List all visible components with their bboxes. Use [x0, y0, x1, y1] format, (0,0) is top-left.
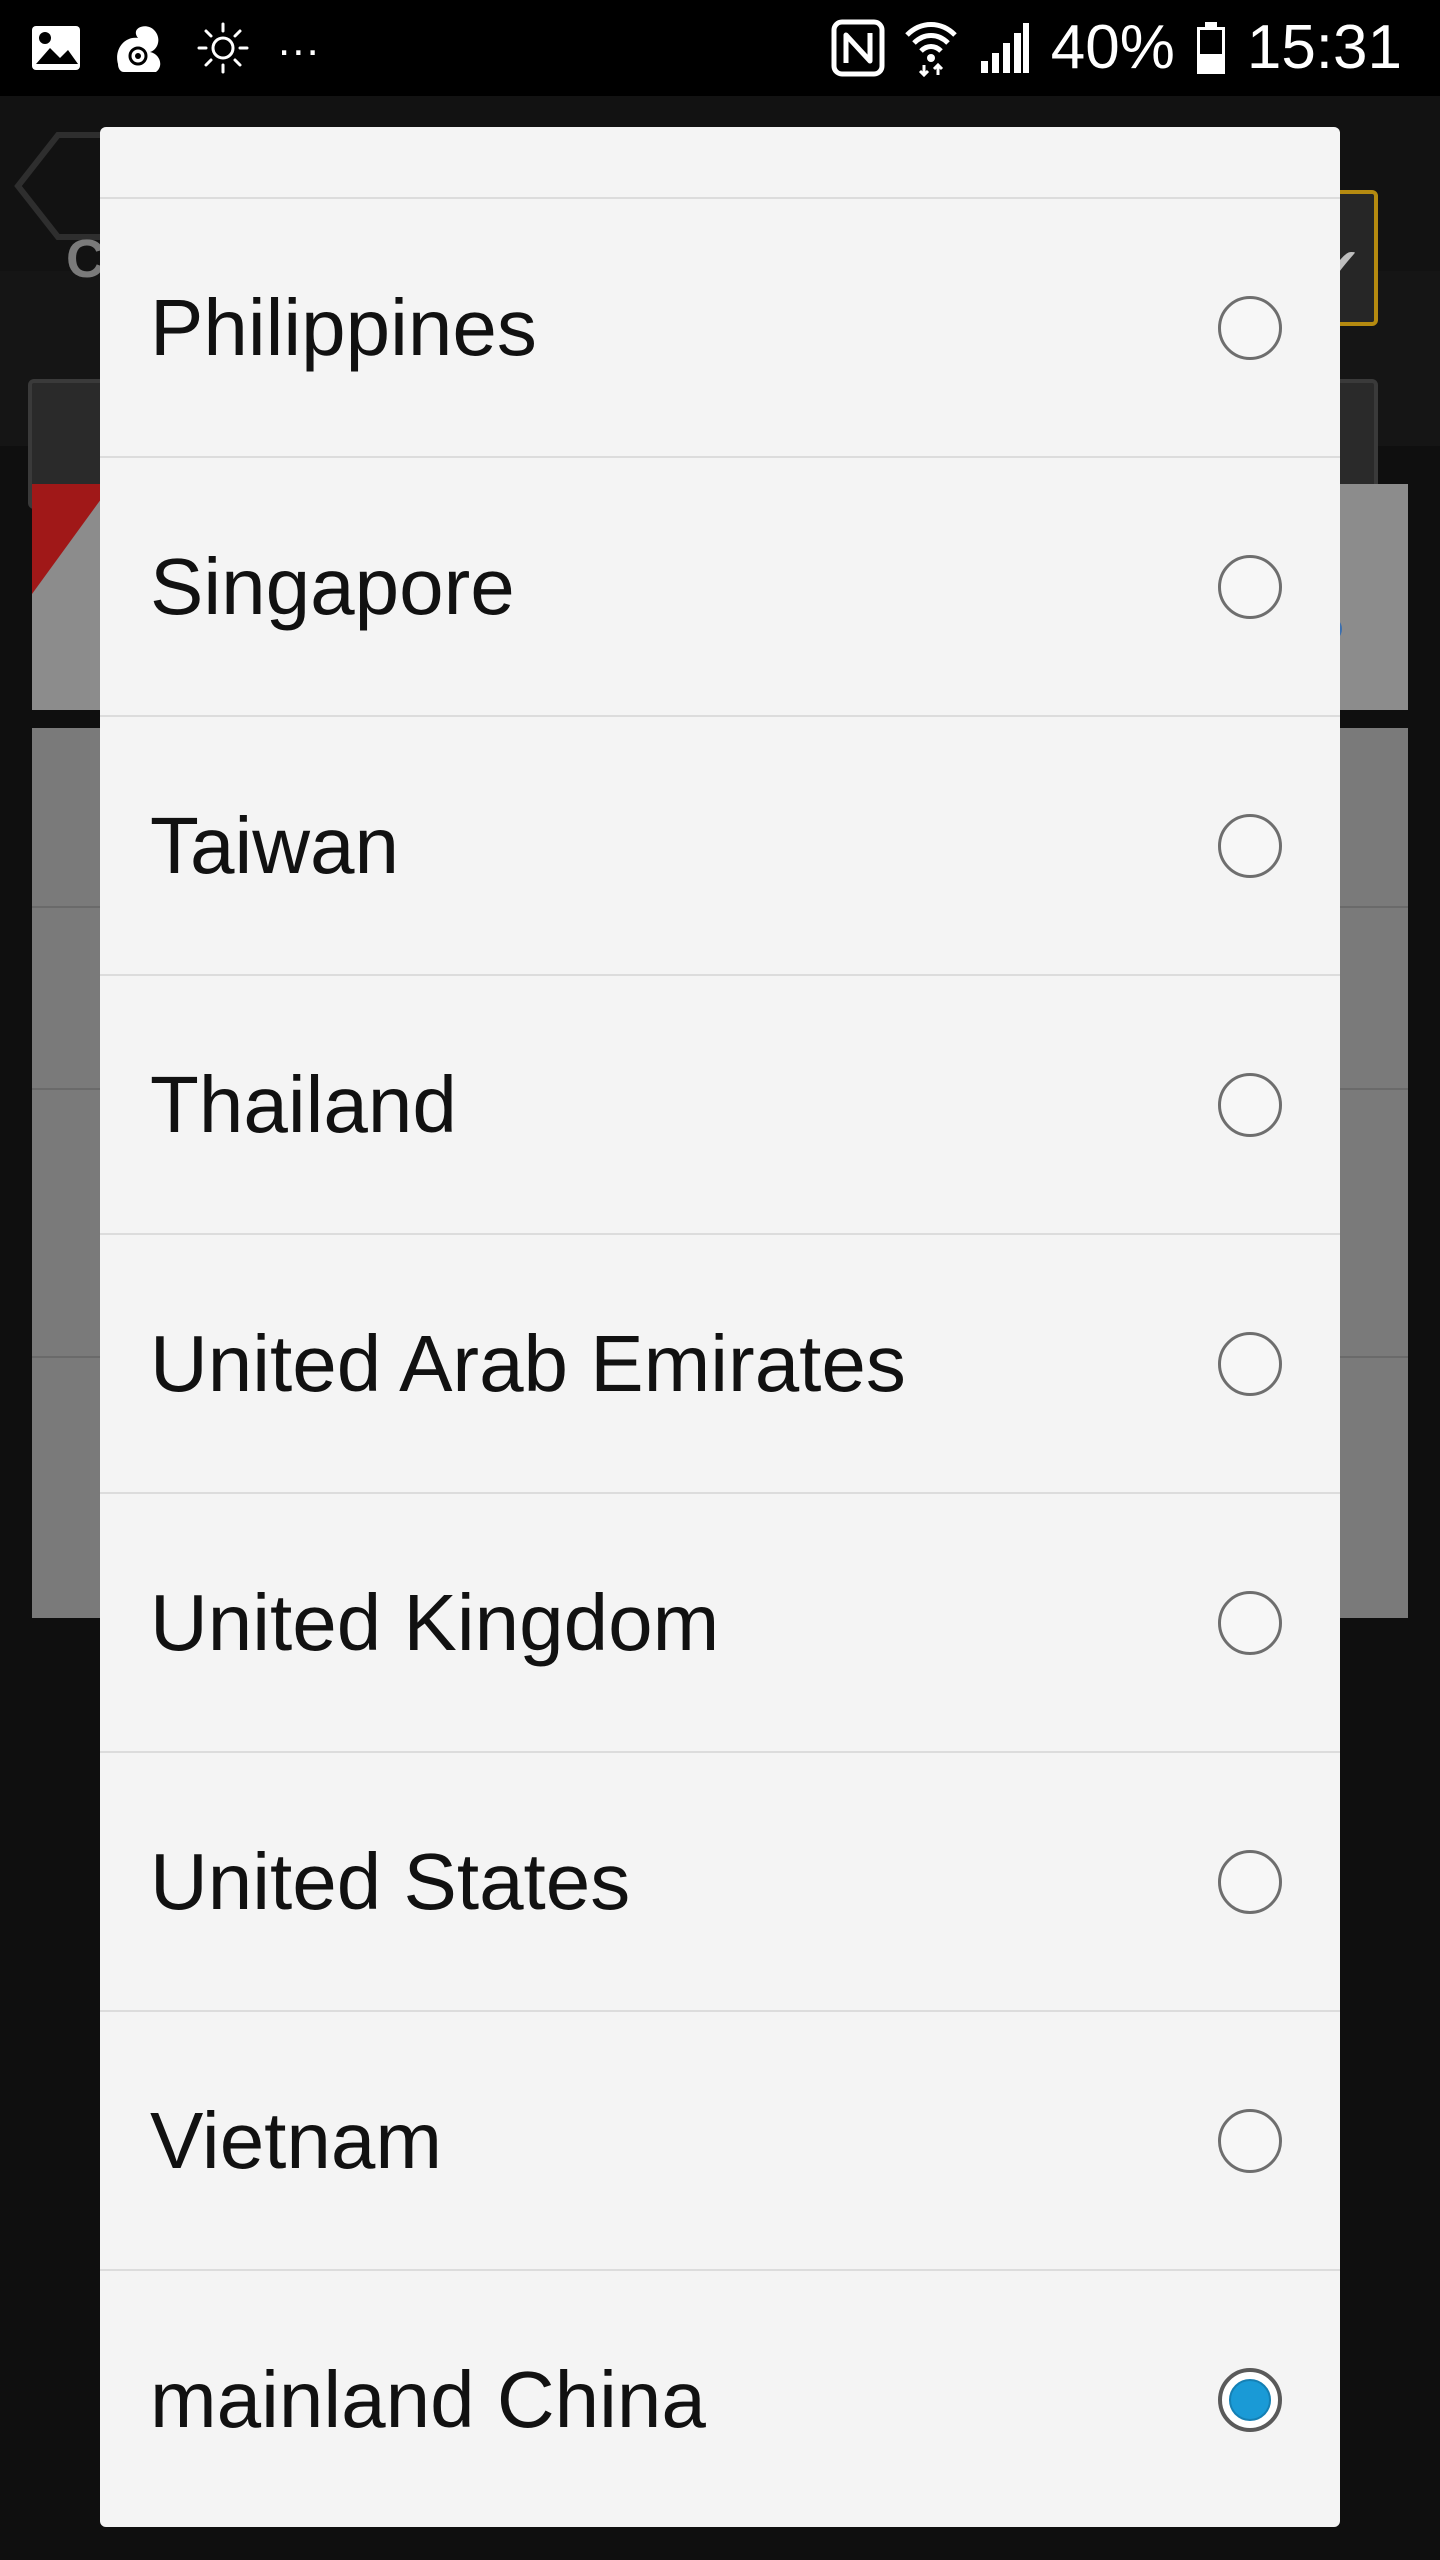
- back-arrow-icon: [14, 131, 104, 240]
- radio-button[interactable]: [1218, 1072, 1282, 1137]
- country-option-label: United Arab Emirates: [150, 1318, 906, 1408]
- battery-percentage: 40%: [1050, 13, 1175, 82]
- country-option[interactable]: Philippines: [100, 199, 1340, 458]
- radio-button[interactable]: [1218, 295, 1282, 360]
- country-option[interactable]: United Arab Emirates: [100, 1235, 1340, 1494]
- squirrel-app-icon: [110, 20, 168, 76]
- status-bar-right: 40% 15:31: [831, 14, 1402, 82]
- gallery-icon: [30, 24, 82, 72]
- country-option-label: mainland China: [150, 2354, 706, 2444]
- nfc-icon: [831, 19, 885, 77]
- radio-button[interactable]: [1218, 1590, 1282, 1655]
- status-bar: ... 40% 15:31: [0, 0, 1440, 96]
- country-option[interactable]: Vietnam: [100, 2012, 1340, 2271]
- radio-button[interactable]: [1218, 1331, 1282, 1396]
- country-option[interactable]: mainland China: [100, 2271, 1340, 2527]
- dialog-scroll-top: [100, 127, 1340, 199]
- status-bar-left: ...: [30, 18, 321, 78]
- country-option-label: Taiwan: [150, 800, 400, 890]
- country-option[interactable]: United Kingdom: [100, 1494, 1340, 1753]
- country-option[interactable]: United States: [100, 1753, 1340, 2012]
- country-option-label: Singapore: [150, 541, 515, 631]
- battery-icon: [1195, 20, 1227, 76]
- country-option[interactable]: Thailand: [100, 976, 1340, 1235]
- country-option-label: Philippines: [150, 282, 537, 372]
- country-option-label: United Kingdom: [150, 1577, 720, 1667]
- wifi-icon: [904, 19, 957, 77]
- radio-button[interactable]: [1218, 1849, 1282, 1914]
- country-option[interactable]: Taiwan: [100, 717, 1340, 976]
- radio-button-selected[interactable]: [1218, 2367, 1282, 2432]
- country-options-list[interactable]: Philippines Singapore Taiwan Thailand United…: [100, 199, 1340, 2527]
- country-picker-dialog: Philippines Singapore Taiwan Thailand United…: [100, 127, 1340, 2527]
- country-option-label: Thailand: [150, 1059, 457, 1149]
- country-option[interactable]: Singapore: [100, 458, 1340, 717]
- brightness-icon: [196, 21, 250, 75]
- radio-button[interactable]: [1218, 554, 1282, 619]
- clock: 15:31: [1246, 13, 1402, 82]
- radio-button[interactable]: [1218, 2108, 1282, 2173]
- signal-icon: [977, 21, 1031, 75]
- country-option-label: Vietnam: [150, 2095, 443, 2185]
- country-option-label: United States: [150, 1836, 631, 1926]
- notification-overflow: ...: [278, 16, 321, 65]
- radio-button[interactable]: [1218, 813, 1282, 878]
